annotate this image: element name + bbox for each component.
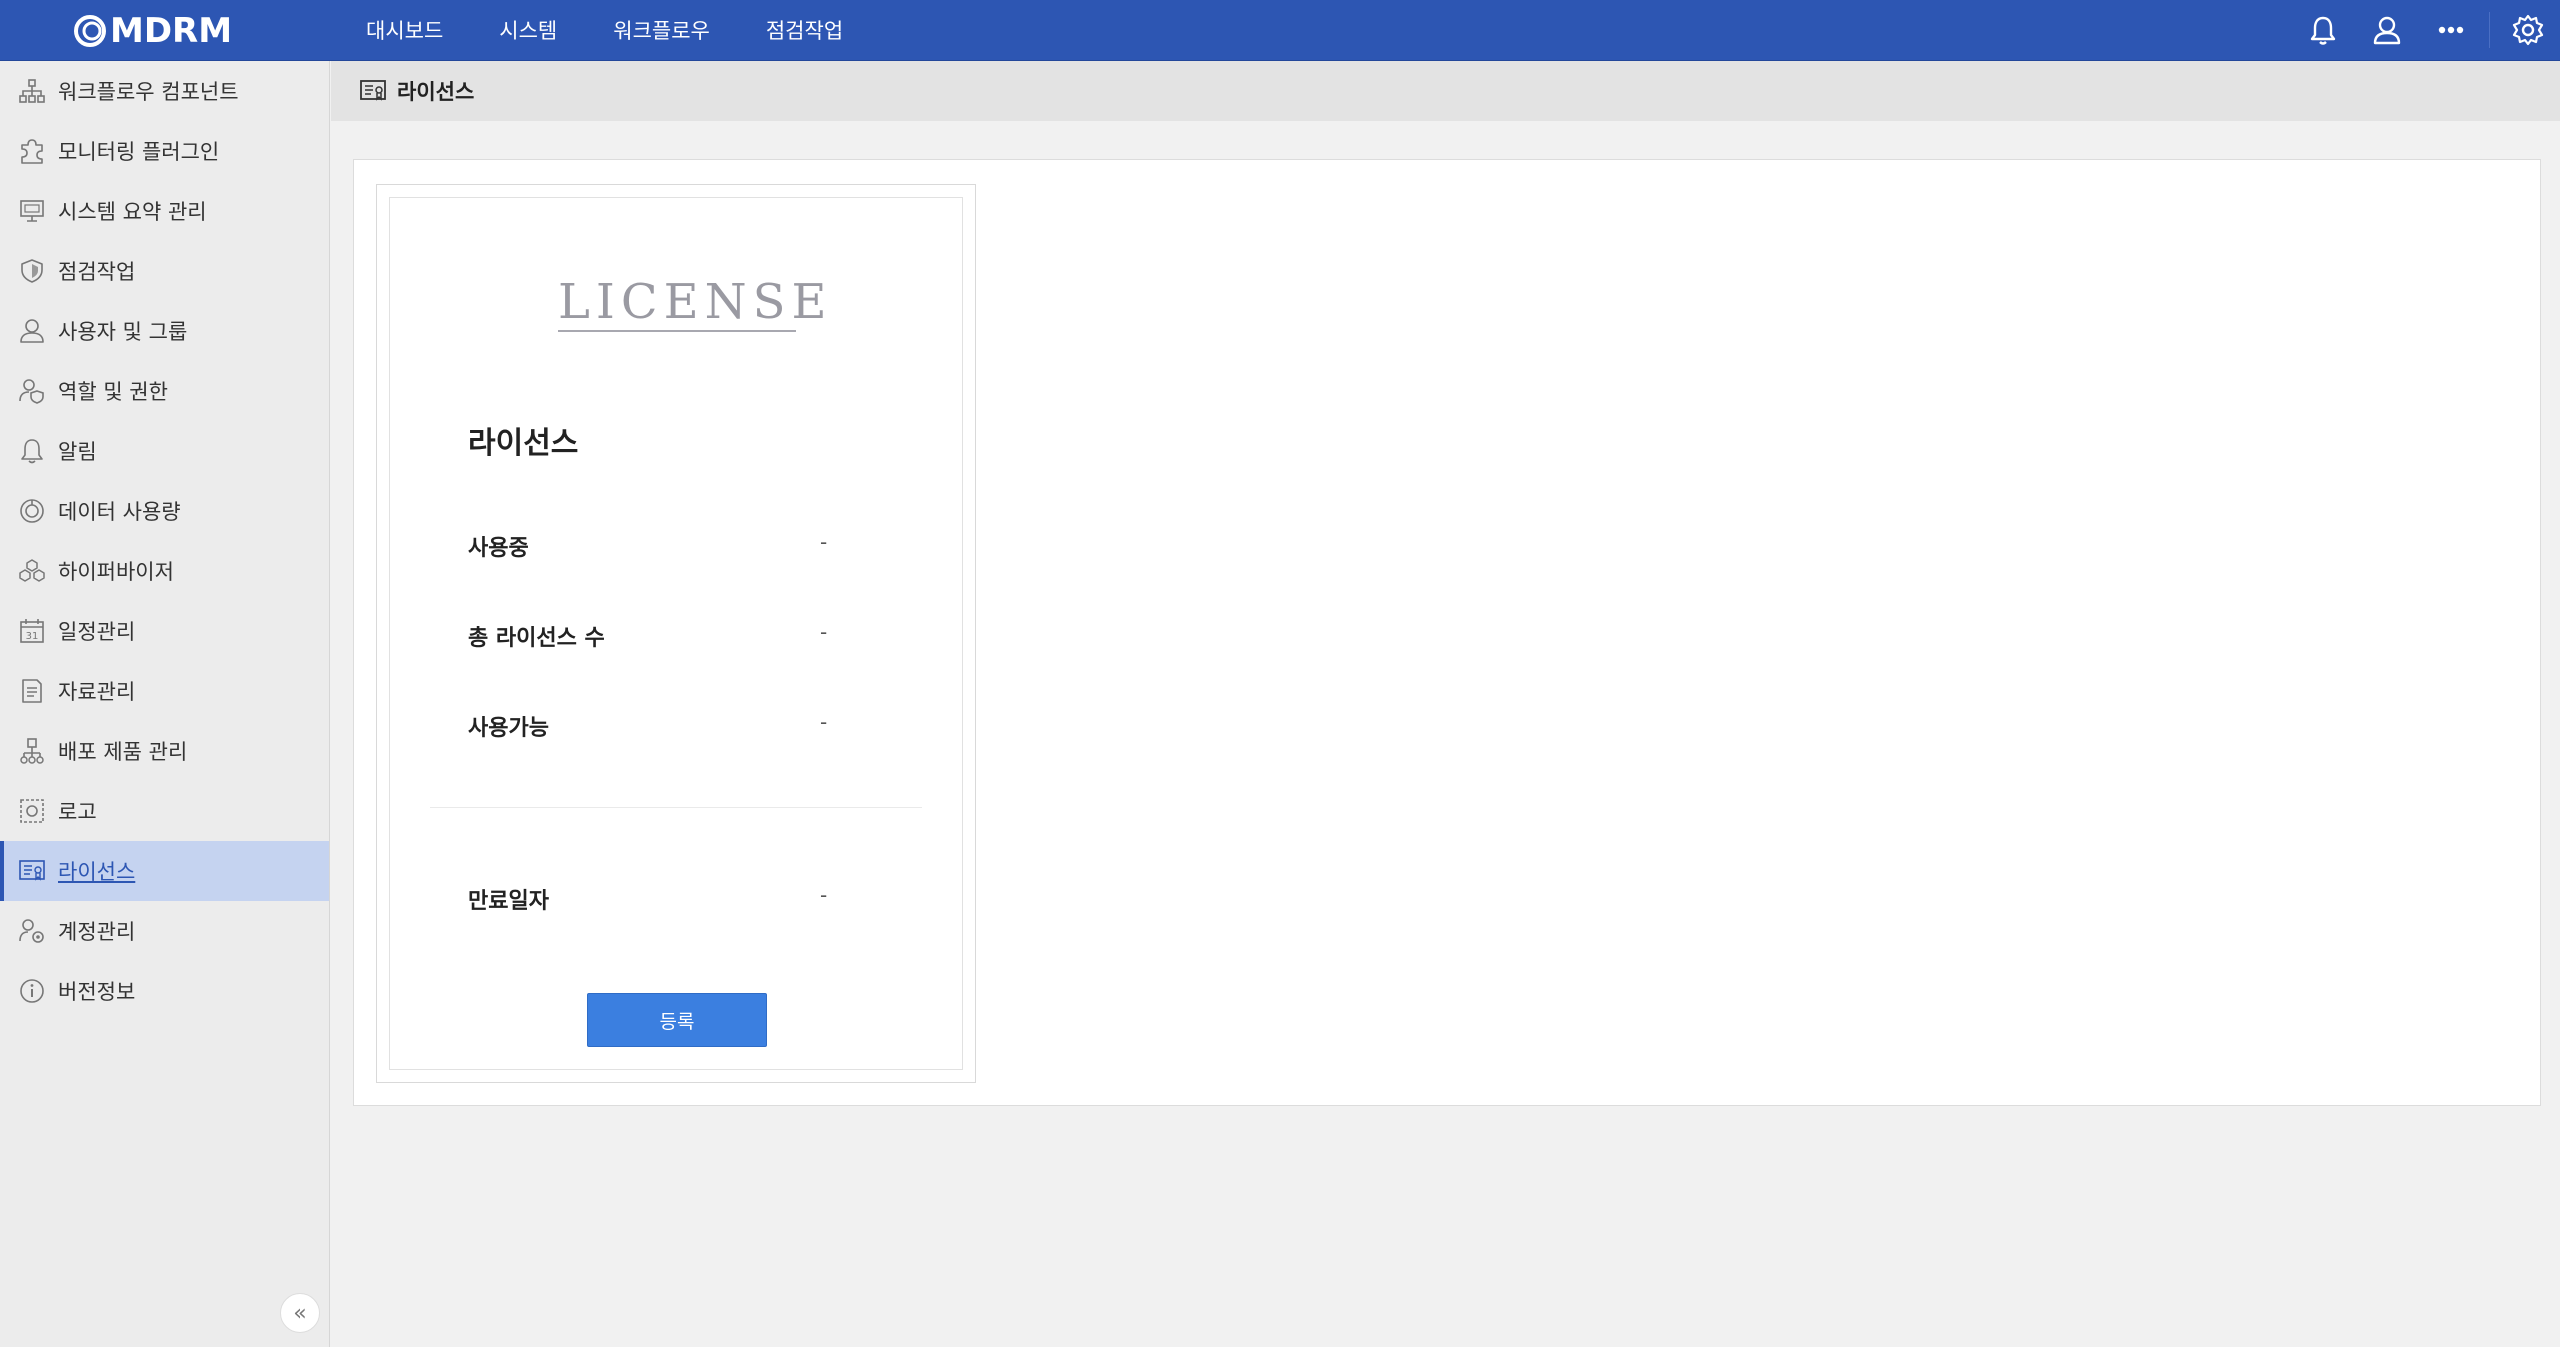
row-label: 총 라이선스 수 — [468, 626, 605, 651]
logo-mark-icon — [74, 15, 106, 47]
logo-frame-icon — [18, 797, 46, 825]
app-logo[interactable]: MDRM — [72, 11, 233, 51]
calendar-icon: 31 — [18, 617, 46, 645]
license-logo-word: LICENSE — [558, 274, 833, 330]
license-card-title: 라이선스 — [468, 426, 579, 461]
puzzle-icon — [18, 137, 46, 165]
sidebar-item-label: 데이터 사용량 — [58, 500, 181, 524]
sidebar-item-deploy-products[interactable]: 배포 제품 관리 — [0, 721, 329, 781]
shield-icon — [18, 257, 46, 285]
license-icon — [18, 857, 46, 885]
sidebar-item-label: 로고 — [58, 800, 97, 824]
logo-text: MDRM — [110, 11, 233, 51]
topnav-workflow[interactable]: 워크플로우 — [613, 15, 710, 45]
sidebar-item-label: 워크플로우 컴포넌트 — [58, 80, 239, 104]
sidebar-item-schedule[interactable]: 31 일정관리 — [0, 601, 329, 661]
top-bar: MDRM 대시보드 시스템 워크플로우 점검작업 — [0, 0, 2560, 61]
sidebar-item-version-info[interactable]: 버전정보 — [0, 961, 329, 1021]
sidebar-item-users-groups[interactable]: 사용자 및 그룹 — [0, 301, 329, 361]
info-icon — [18, 977, 46, 1005]
bell-icon — [18, 437, 46, 465]
bell-icon — [2310, 16, 2336, 45]
deploy-icon — [18, 737, 46, 765]
more-dots-icon — [2438, 26, 2464, 34]
sidebar-item-label: 점검작업 — [58, 260, 136, 284]
register-button[interactable]: 등록 — [587, 993, 767, 1047]
svg-text:31: 31 — [26, 631, 39, 642]
sidebar-item-label: 역할 및 권한 — [58, 380, 168, 404]
topnav-dashboard[interactable]: 대시보드 — [366, 15, 443, 45]
cubes-icon — [18, 557, 46, 585]
sidebar-item-label: 배포 제품 관리 — [58, 740, 188, 764]
license-row-in-use: 사용중 - — [468, 530, 888, 562]
license-row-total: 총 라이선스 수 - — [468, 620, 888, 652]
sidebar-item-label: 자료관리 — [58, 680, 136, 704]
user-shield-icon — [18, 377, 46, 405]
sidebar-item-logo[interactable]: 로고 — [0, 781, 329, 841]
monitor-icon — [18, 197, 46, 225]
sidebar-item-label: 하이퍼바이저 — [58, 560, 174, 584]
hierarchy-icon — [18, 77, 46, 105]
document-icon — [18, 677, 46, 705]
sidebar: 워크플로우 컴포넌트 모니터링 플러그인 시스템 요약 관리 점검작업 사용자 … — [0, 61, 330, 1347]
topnav-inspection[interactable]: 점검작업 — [766, 15, 843, 45]
sidebar-item-alerts[interactable]: 알림 — [0, 421, 329, 481]
top-separator — [2489, 12, 2490, 48]
notification-button[interactable] — [2291, 0, 2355, 60]
user-button[interactable] — [2355, 0, 2419, 60]
sidebar-item-label: 버전정보 — [58, 980, 136, 1004]
license-logo-underline — [558, 330, 796, 332]
user-icon — [18, 317, 46, 345]
topnav-system[interactable]: 시스템 — [499, 15, 557, 45]
page-title: 라이선스 — [397, 80, 475, 104]
pie-icon — [18, 497, 46, 525]
sidebar-item-inspection[interactable]: 점검작업 — [0, 241, 329, 301]
sidebar-item-label: 알림 — [58, 440, 97, 464]
sidebar-item-account[interactable]: 계정관리 — [0, 901, 329, 961]
sidebar-item-hypervisor[interactable]: 하이퍼바이저 — [0, 541, 329, 601]
license-card-inner: LICENSE 라이선스 사용중 - 총 라이선스 수 - 사용가능 - 만료일… — [389, 197, 963, 1070]
sidebar-collapse-button[interactable]: « — [280, 1293, 320, 1333]
gear-icon — [2512, 14, 2544, 46]
card-divider — [430, 807, 922, 808]
row-label: 사용중 — [468, 536, 529, 561]
license-row-expiry: 만료일자 - — [468, 883, 888, 915]
row-value: - — [820, 883, 828, 907]
settings-button[interactable] — [2496, 0, 2560, 60]
row-value: - — [820, 620, 828, 644]
double-chevron-left-icon: « — [293, 1300, 307, 1326]
more-button[interactable] — [2419, 0, 2483, 60]
sidebar-item-workflow-component[interactable]: 워크플로우 컴포넌트 — [0, 61, 329, 121]
content-panel: LICENSE 라이선스 사용중 - 총 라이선스 수 - 사용가능 - 만료일… — [353, 159, 2541, 1106]
sidebar-item-label: 라이선스 — [58, 860, 136, 884]
row-label: 사용가능 — [468, 716, 549, 741]
sidebar-item-data-usage[interactable]: 데이터 사용량 — [0, 481, 329, 541]
sidebar-item-monitoring-plugin[interactable]: 모니터링 플러그인 — [0, 121, 329, 181]
sidebar-item-system-summary[interactable]: 시스템 요약 관리 — [0, 181, 329, 241]
sidebar-item-label: 일정관리 — [58, 620, 136, 644]
page-header: 라이선스 — [331, 61, 2560, 121]
row-label: 만료일자 — [468, 889, 549, 914]
top-icons — [2291, 0, 2560, 60]
sidebar-item-label: 모니터링 플러그인 — [58, 140, 220, 164]
license-icon — [360, 80, 386, 101]
license-row-available: 사용가능 - — [468, 710, 888, 742]
top-nav: 대시보드 시스템 워크플로우 점검작업 — [340, 0, 871, 60]
row-value: - — [820, 710, 828, 734]
sidebar-item-label: 사용자 및 그룹 — [58, 320, 188, 344]
sidebar-item-label: 시스템 요약 관리 — [58, 200, 207, 224]
sidebar-item-materials[interactable]: 자료관리 — [0, 661, 329, 721]
user-icon — [2373, 16, 2401, 45]
row-value: - — [820, 530, 828, 554]
sidebar-item-label: 계정관리 — [58, 920, 136, 944]
license-card: LICENSE 라이선스 사용중 - 총 라이선스 수 - 사용가능 - 만료일… — [376, 184, 976, 1083]
sidebar-item-license[interactable]: 라이선스 — [0, 841, 329, 901]
sidebar-item-roles-permissions[interactable]: 역할 및 권한 — [0, 361, 329, 421]
user-gear-icon — [18, 917, 46, 945]
